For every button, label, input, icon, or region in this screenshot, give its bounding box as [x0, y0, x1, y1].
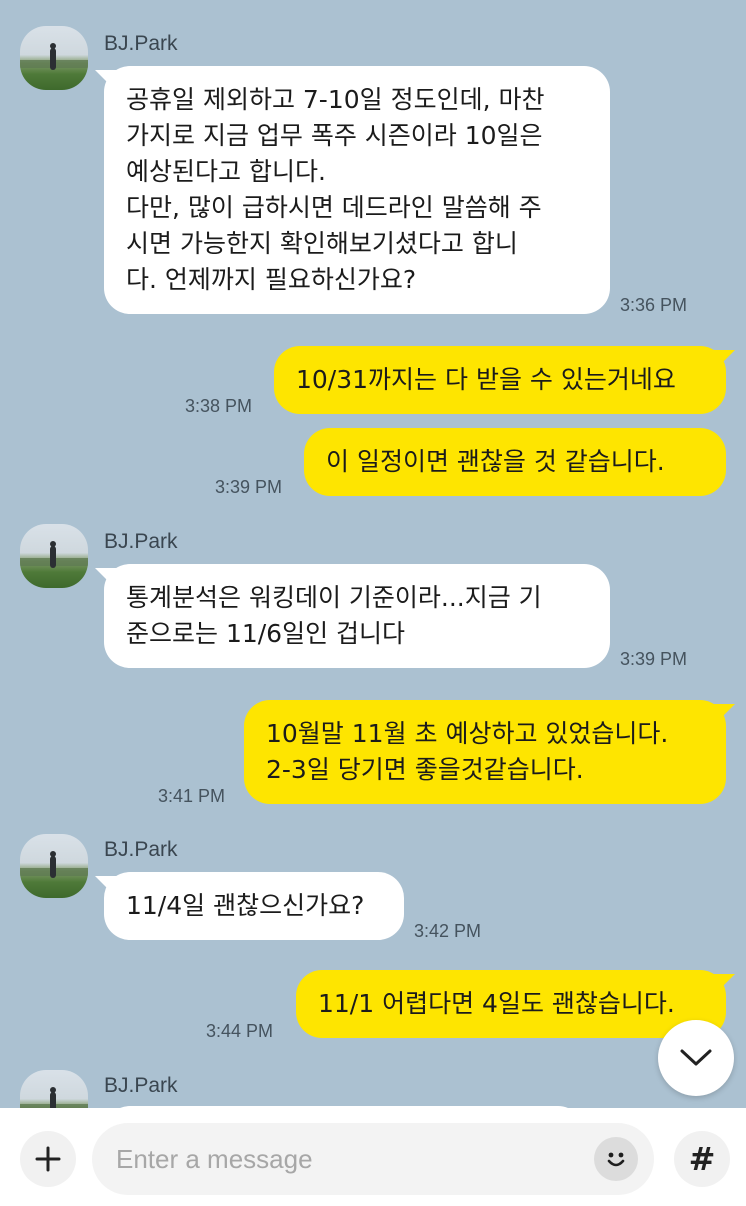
plus-icon	[35, 1146, 61, 1172]
message-line: 다. 언제까지 필요하신가요?	[126, 265, 417, 294]
message-bubble[interactable]: 공휴일 제외하고 7-10일 정도인데, 마찬 가지로 지금 업무 폭주 시즌이…	[104, 66, 610, 314]
message-time: 3:41 PM	[158, 786, 226, 806]
message-bubble[interactable]: 이 일정이면 괜찮을 것 같습니다.	[304, 428, 726, 496]
message-input-container	[92, 1123, 654, 1195]
message-bubble[interactable]: 11/4일 괜찮으신가요?	[104, 872, 404, 940]
message-line: 11/4일 괜찮으신가요?	[126, 891, 365, 920]
message-line: 가지로 지금 업무 폭주 시즌이라 10일은	[126, 121, 543, 150]
message-line: 11/1 어렵다면 4일도 괜찮습니다.	[318, 989, 675, 1018]
avatar[interactable]	[20, 524, 88, 588]
message-input-bar: #	[0, 1108, 746, 1206]
message-line: 10월말 11월 초 예상하고 있었습니다.	[266, 719, 669, 748]
sender-name: BJ.Park	[104, 32, 178, 55]
sender-name: BJ.Park	[104, 530, 178, 553]
message-line: 준으로는 11/6일인 겁니다	[126, 619, 406, 648]
message-bubble[interactable]: 10월말 11월 초 예상하고 있었습니다. 2-3일 당기면 좋을것같습니다.	[244, 700, 726, 804]
message-bubble[interactable]: 통계분석은 워킹데이 기준이라...지금 기 준으로는 11/6일인 겁니다	[104, 564, 610, 668]
message-line: 통계분석은 워킹데이 기준이라...지금 기	[126, 583, 542, 612]
message-time: 3:39 PM	[620, 649, 688, 669]
message-line: 2-3일 당기면 좋을것같습니다.	[266, 755, 584, 784]
sender-name: BJ.Park	[104, 1074, 178, 1097]
hashtag-search-button[interactable]: #	[674, 1131, 730, 1187]
avatar[interactable]	[20, 834, 88, 898]
avatar[interactable]	[20, 1070, 88, 1108]
message-input[interactable]	[116, 1123, 586, 1195]
message-line: 10/31까지는 다 받을 수 있는거네요	[296, 365, 676, 394]
smile-icon	[607, 1152, 625, 1167]
message-bubble[interactable]: 11/1 어렵다면 4일도 괜찮습니다.	[296, 970, 726, 1038]
chevron-down-icon	[680, 1049, 712, 1066]
message-line: 이 일정이면 괜찮을 것 같습니다.	[326, 447, 665, 476]
message-line: 다만, 많이 급하시면 데드라인 말씀해 주	[126, 193, 542, 222]
emoji-button[interactable]	[594, 1137, 638, 1181]
message-bubble[interactable]: 10/31까지는 다 받을 수 있는거네요	[274, 346, 726, 414]
message-line: 예상된다고 합니다.	[126, 157, 326, 186]
avatar[interactable]	[20, 26, 88, 90]
scroll-down-button[interactable]	[658, 1020, 734, 1096]
message-time: 3:39 PM	[215, 477, 283, 497]
message-time: 3:38 PM	[185, 396, 253, 416]
chat-area: BJ.Park 공휴일 제외하고 7-10일 정도인데, 마찬 가지로 지금 업…	[0, 0, 746, 1108]
message-time: 3:44 PM	[206, 1021, 274, 1041]
message-line: 공휴일 제외하고 7-10일 정도인데, 마찬	[126, 85, 545, 114]
message-line: 시면 가능한지 확인해보기셨다고 합니	[126, 229, 518, 258]
add-attachment-button[interactable]	[20, 1131, 76, 1187]
message-time: 3:36 PM	[620, 295, 688, 315]
sender-name: BJ.Park	[104, 838, 178, 861]
message-time: 3:42 PM	[414, 921, 482, 941]
hash-icon: #	[688, 1140, 716, 1178]
